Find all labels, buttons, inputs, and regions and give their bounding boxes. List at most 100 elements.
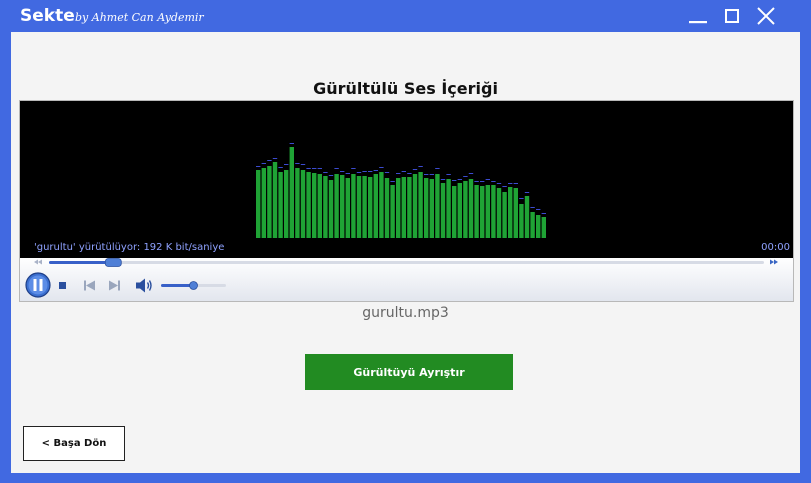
spectrum-bar bbox=[390, 185, 395, 238]
minimize-button[interactable] bbox=[686, 4, 710, 28]
spectrum-peak bbox=[519, 198, 524, 199]
spectrum-peak bbox=[396, 173, 401, 174]
spectrum-peak bbox=[513, 183, 518, 184]
seek-bar[interactable] bbox=[49, 261, 764, 264]
spectrum-bar bbox=[323, 176, 328, 238]
next-icon[interactable] bbox=[109, 280, 120, 291]
spectrum-peak bbox=[284, 164, 289, 165]
spectrum-peak bbox=[412, 169, 418, 170]
spectrum-bar bbox=[284, 170, 289, 238]
spectrum-peak bbox=[306, 168, 311, 169]
spectrum-peak bbox=[362, 171, 367, 172]
app-subtitle: by Ahmet Can Aydemir bbox=[75, 11, 204, 24]
main-content: Gürültülü Ses İçeriği 'gurultu' yürütülü… bbox=[11, 32, 800, 473]
volume-thumb[interactable] bbox=[189, 281, 198, 290]
spectrum-peak bbox=[295, 163, 300, 164]
spectrum-peak bbox=[300, 164, 306, 165]
title-bar: Sekte by Ahmet Can Aydemir bbox=[0, 0, 811, 32]
spectrum-peak bbox=[418, 166, 423, 167]
page-title: Gürültülü Ses İçeriği bbox=[313, 79, 498, 98]
spectrum-peak bbox=[446, 174, 451, 175]
spectrum-peak bbox=[536, 209, 541, 210]
spectrum-peak bbox=[384, 172, 390, 173]
spectrum-bar bbox=[424, 178, 429, 238]
spectrum-bar bbox=[508, 187, 513, 238]
spectrum-bar bbox=[356, 176, 362, 238]
spectrum-bar bbox=[300, 170, 306, 238]
spectrum-peak bbox=[541, 213, 546, 214]
play-pause-button[interactable] bbox=[25, 272, 51, 298]
spectrum-bar bbox=[530, 212, 535, 238]
media-player: 'gurultu' yürütülüyor: 192 K bit/saniye … bbox=[19, 100, 794, 302]
spectrum-peak bbox=[351, 168, 356, 169]
spectrum-peak bbox=[261, 163, 266, 164]
close-button[interactable] bbox=[754, 4, 778, 28]
spectrum-bar bbox=[435, 174, 440, 238]
analyze-noise-button[interactable]: Gürültüyü Ayrıştır bbox=[305, 354, 513, 390]
spectrum-peak bbox=[267, 160, 272, 161]
spectrum-peak bbox=[491, 181, 496, 182]
spectrum-bar bbox=[328, 180, 334, 238]
spectrum-peak bbox=[485, 179, 490, 180]
spectrum-peak bbox=[390, 181, 395, 182]
spectrum-bar bbox=[373, 174, 378, 238]
volume-icon[interactable] bbox=[136, 278, 152, 293]
spectrum-peak bbox=[502, 186, 507, 187]
spectrum-peak bbox=[256, 166, 261, 167]
spectrum-peak bbox=[496, 183, 502, 184]
spectrum-peak bbox=[345, 173, 350, 174]
spectrum-bar bbox=[412, 174, 418, 238]
spectrum-peak bbox=[317, 168, 322, 169]
back-to-start-button[interactable]: < Başa Dön bbox=[23, 426, 125, 461]
spectrum-peak bbox=[278, 167, 283, 168]
spectrum-bar bbox=[396, 178, 401, 238]
spectrum-bar bbox=[340, 175, 345, 238]
spectrum-bar bbox=[306, 172, 311, 238]
spectrum-bar bbox=[312, 173, 317, 238]
spectrum-bar bbox=[502, 192, 507, 238]
spectrum-peak bbox=[530, 207, 535, 208]
spectrum-peak bbox=[373, 170, 378, 171]
stop-icon[interactable] bbox=[59, 282, 66, 289]
audio-visualizer: 'gurultu' yürütülüyor: 192 K bit/saniye … bbox=[20, 101, 793, 258]
spectrum-peak bbox=[289, 143, 294, 144]
spectrum-bar bbox=[317, 174, 322, 238]
spectrum-peak bbox=[334, 168, 339, 169]
app-title: Sekte bbox=[20, 6, 75, 26]
spectrum-peak bbox=[480, 181, 485, 182]
spectrum-bar bbox=[541, 217, 546, 238]
spectrum-peak bbox=[424, 174, 429, 175]
spectrum-bar bbox=[345, 178, 350, 238]
spectrum-peak bbox=[368, 171, 373, 172]
previous-icon[interactable] bbox=[84, 280, 95, 291]
spectrum-peak bbox=[328, 175, 334, 176]
spectrum-bar bbox=[379, 172, 384, 238]
playback-time: 00:00 bbox=[761, 242, 790, 253]
spectrum-peak bbox=[272, 158, 278, 159]
spectrum-bar bbox=[485, 185, 490, 238]
spectrum-peak bbox=[474, 181, 479, 182]
maximize-icon bbox=[725, 9, 739, 23]
fast-forward-icon[interactable] bbox=[770, 259, 778, 265]
close-icon bbox=[757, 7, 775, 25]
spectrum-peak bbox=[401, 171, 406, 172]
spectrum-bar bbox=[519, 204, 524, 238]
minimize-icon bbox=[689, 21, 707, 24]
spectrum-bar bbox=[474, 185, 479, 238]
spectrum-bar bbox=[429, 179, 434, 238]
spectrum-peak bbox=[452, 180, 457, 181]
spectrum-peak bbox=[379, 167, 384, 168]
spectrum-bar bbox=[289, 147, 294, 238]
spectrum-peak bbox=[323, 172, 328, 173]
spectrum-peak bbox=[524, 192, 530, 193]
rewind-icon[interactable] bbox=[34, 259, 42, 265]
spectrum-bar bbox=[496, 188, 502, 238]
spectrum-bar bbox=[536, 215, 541, 238]
spectrum-peak bbox=[312, 168, 317, 169]
maximize-button[interactable] bbox=[720, 4, 744, 28]
spectrum-bar bbox=[272, 162, 278, 238]
seek-thumb[interactable] bbox=[104, 258, 122, 267]
spectrum-bar bbox=[334, 174, 339, 238]
spectrum-bar bbox=[256, 170, 261, 238]
spectrum-peak bbox=[356, 172, 362, 173]
